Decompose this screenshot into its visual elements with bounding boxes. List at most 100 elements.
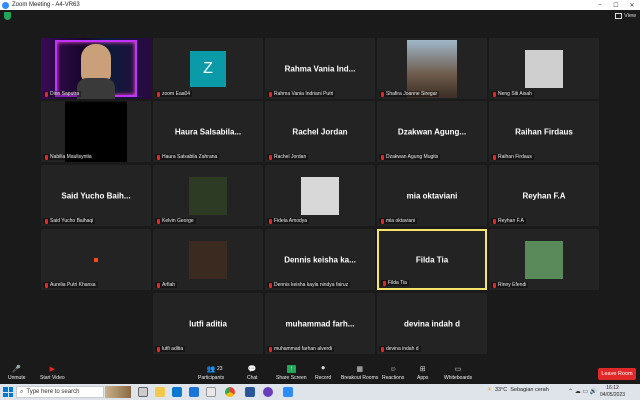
participant-label: Rachel Jordan bbox=[267, 154, 309, 160]
participant-label: Raihan Firdaus bbox=[491, 154, 534, 160]
participant-tile[interactable]: Said Yucho Baih... Said Yucho Baihaqi bbox=[41, 165, 151, 226]
minimize-icon[interactable]: – bbox=[592, 0, 608, 10]
record-icon: ⏺ bbox=[321, 365, 325, 372]
participant-label: Arfiah bbox=[155, 282, 178, 288]
participant-tile[interactable]: Aurelia Putri Khansa bbox=[41, 229, 151, 290]
grid-view-icon bbox=[615, 12, 623, 19]
weather-sun-icon: ☀ bbox=[487, 387, 492, 393]
chat-button[interactable]: 💬 Chat bbox=[247, 365, 258, 383]
task-view-icon[interactable] bbox=[138, 387, 148, 397]
muted-mic-icon bbox=[493, 154, 496, 160]
participant-photo bbox=[301, 176, 339, 215]
participant-photo bbox=[525, 240, 563, 279]
breakout-rooms-icon: ▦ bbox=[356, 366, 363, 373]
reactions-icon: ☺ bbox=[389, 365, 397, 373]
taskbar-news-widget-icon[interactable] bbox=[105, 386, 131, 398]
muted-mic-icon bbox=[269, 282, 272, 288]
store-icon[interactable] bbox=[189, 387, 199, 397]
muted-mic-icon bbox=[493, 91, 496, 97]
maximize-icon[interactable]: ☐ bbox=[608, 0, 624, 10]
participant-tile[interactable]: Rachel Jordan Rachel Jordan bbox=[265, 101, 375, 162]
zoom-taskbar-icon[interactable] bbox=[283, 387, 293, 397]
participant-tile[interactable]: devina indah d devina indah d bbox=[377, 293, 487, 354]
muted-mic-icon bbox=[383, 280, 386, 286]
participant-tile[interactable]: Dion Saputra bbox=[41, 38, 151, 99]
participant-tile[interactable]: Haura Salsabila... Haura Salsabila Zahran… bbox=[153, 101, 263, 162]
share-screen-button[interactable]: ↑ Share Screen bbox=[276, 365, 307, 383]
window-title: Zoom Meeting - A4-VR63 bbox=[12, 2, 80, 8]
meeting-topbar bbox=[0, 10, 640, 22]
participant-tile[interactable]: lutfi aditia lutfi aditia bbox=[153, 293, 263, 354]
participant-tile[interactable]: Raihan Firdaus Raihan Firdaus bbox=[489, 101, 599, 162]
participant-display-name: muhammad farh... bbox=[285, 319, 355, 328]
muted-mic-icon bbox=[269, 154, 272, 160]
apps-button[interactable]: ⊞ Apps bbox=[417, 365, 428, 383]
participant-tile[interactable]: Shafira Joanne Siregar bbox=[377, 38, 487, 99]
leave-room-button[interactable]: Leave Room bbox=[598, 368, 636, 380]
participant-display-name: Dzakwan Agung... bbox=[397, 127, 467, 136]
chrome-icon[interactable] bbox=[225, 387, 235, 397]
participant-tile[interactable]: Rahma Vania Ind... Rahma Vania Indriani P… bbox=[265, 38, 375, 99]
muted-mic-icon bbox=[381, 346, 384, 352]
participant-tile[interactable]: Nabilla Maulisyntia bbox=[41, 101, 151, 162]
start-video-button[interactable]: ▶ Start Video bbox=[40, 365, 65, 383]
app-icon[interactable] bbox=[263, 387, 273, 397]
participant-label: Dion Saputra bbox=[43, 91, 82, 97]
participant-label: lutfi aditia bbox=[155, 346, 186, 352]
view-button[interactable]: View bbox=[615, 11, 636, 20]
muted-mic-icon bbox=[157, 154, 160, 160]
participant-display-name: Reyhan F.A bbox=[522, 191, 566, 200]
participant-display-name: devina indah d bbox=[403, 319, 460, 328]
participant-tile[interactable]: Dzakwan Agung... Dzakwan Agung Mugits bbox=[377, 101, 487, 162]
muted-mic-icon bbox=[269, 91, 272, 97]
window-titlebar: Zoom Meeting - A4-VR63 – ☐ ✕ bbox=[0, 0, 640, 10]
weather-widget[interactable]: ☀ 33°C Sebagian cerah bbox=[487, 387, 549, 393]
participant-tile[interactable]: Dennis keisha ka... Dennis keisha kayla n… bbox=[265, 229, 375, 290]
security-shield-icon[interactable] bbox=[4, 12, 11, 20]
participant-label: Dzakwan Agung Mugits bbox=[379, 154, 441, 160]
windows-start-icon[interactable] bbox=[3, 387, 13, 397]
muted-mic-icon bbox=[157, 346, 160, 352]
muted-mic-icon bbox=[157, 218, 160, 224]
close-icon[interactable]: ✕ bbox=[624, 0, 640, 10]
participant-label: muhammad farhan alverdi bbox=[267, 346, 335, 352]
taskbar-search-input[interactable]: ⌕ Type here to search bbox=[16, 386, 104, 398]
participant-display-name: Raihan Firdaus bbox=[515, 127, 573, 136]
participant-photo bbox=[525, 49, 563, 88]
participant-photo bbox=[189, 176, 227, 215]
participant-label: Dennis keisha kayla nindya fairuz bbox=[267, 282, 351, 288]
participant-tile[interactable]: muhammad farh... muhammad farhan alverdi bbox=[265, 293, 375, 354]
taskbar-clock[interactable]: 16:12 04/05/2023 bbox=[600, 385, 625, 399]
participant-tile[interactable]: Filda Tia Filda Tia bbox=[377, 229, 487, 290]
unmute-button[interactable]: 🎤 Unmute bbox=[8, 365, 26, 383]
chat-icon: 💬 bbox=[247, 366, 257, 373]
video-off-icon: ▶ bbox=[49, 366, 56, 373]
participants-count: 23 bbox=[217, 366, 223, 372]
participant-label: Haura Salsabila Zahrana bbox=[155, 154, 220, 160]
share-screen-icon: ↑ bbox=[286, 365, 296, 373]
participant-tile[interactable]: Zzoom Eaa04 bbox=[153, 38, 263, 99]
participant-label: Nabilla Maulisyntia bbox=[43, 154, 94, 160]
participant-tile[interactable]: Kelvin George bbox=[153, 165, 263, 226]
whiteboards-button[interactable]: ▭ Whiteboards bbox=[444, 365, 472, 383]
participant-display-name: Rahma Vania Ind... bbox=[284, 64, 356, 73]
participant-display-name: Said Yucho Baih... bbox=[61, 191, 131, 200]
record-button[interactable]: ⏺ Record bbox=[315, 365, 331, 383]
edge-browser-icon[interactable] bbox=[172, 387, 182, 397]
participant-tile[interactable]: Reyhan F.A Reyhan F.A bbox=[489, 165, 599, 226]
participant-tile[interactable]: mia oktaviani mia oktaviani bbox=[377, 165, 487, 226]
participant-tile[interactable]: Rinny Efendi bbox=[489, 229, 599, 290]
participant-tile[interactable]: Neng Siti Aisah bbox=[489, 38, 599, 99]
participant-display-name: lutfi aditia bbox=[189, 319, 227, 328]
muted-mic-icon bbox=[45, 282, 48, 288]
participant-label: mia oktaviani bbox=[379, 218, 418, 224]
participant-photo bbox=[407, 39, 457, 98]
breakout-rooms-button[interactable]: ▦ Breakout Rooms bbox=[341, 365, 378, 383]
mail-icon[interactable] bbox=[206, 387, 216, 397]
word-icon[interactable] bbox=[245, 387, 255, 397]
participant-tile[interactable]: Arfiah bbox=[153, 229, 263, 290]
file-explorer-icon[interactable] bbox=[155, 387, 165, 397]
reactions-button[interactable]: ☺ Reactions bbox=[382, 365, 404, 383]
system-tray-icons[interactable]: ⌃ ☁ ▭ 🔊 bbox=[568, 388, 597, 395]
participant-tile[interactable]: Fidela Amodya bbox=[265, 165, 375, 226]
